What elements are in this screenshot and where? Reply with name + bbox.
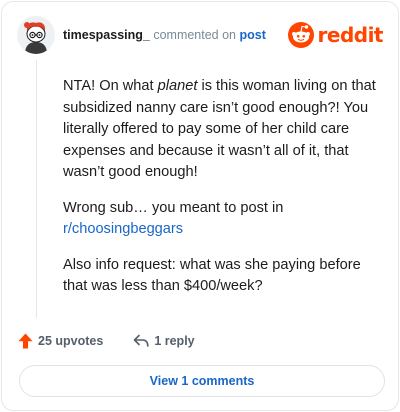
comment-paragraph-2: Wrong sub… you meant to post in r/choosi… (63, 199, 284, 238)
comment-actions: 25 upvotes 1 reply (18, 331, 195, 351)
reply-button[interactable]: 1 reply (133, 334, 195, 348)
upvote-arrow-icon (18, 333, 33, 349)
comment-paragraph-1: NTA! On what planet is this woman living… (63, 78, 376, 180)
thread-line (36, 60, 37, 318)
reply-arrow-icon (134, 334, 149, 347)
post-link[interactable]: post (240, 28, 266, 42)
comment-card: timespassing_ commented on post reddit N… (1, 1, 399, 411)
action-text: commented on (153, 28, 237, 42)
user-avatar[interactable] (17, 16, 55, 54)
avatar-icon (17, 16, 55, 54)
comment-paragraph-3: Also info request: what was she paying b… (63, 256, 361, 295)
reddit-logo[interactable]: reddit (287, 21, 384, 49)
upvote-count: 25 upvotes (38, 334, 104, 348)
comment-header: timespassing_ commented on post reddit (17, 16, 384, 56)
upvote-button[interactable]: 25 upvotes (18, 333, 103, 349)
subreddit-link[interactable]: r/choosingbeggars (63, 221, 183, 237)
reddit-snoo-icon (287, 22, 314, 48)
reddit-wordmark: reddit (317, 23, 384, 47)
emphasis-text: planet (157, 78, 198, 94)
comment-meta: timespassing_ commented on post (63, 28, 266, 42)
comment-body: NTA! On what planet is this woman living… (63, 76, 383, 312)
reply-count: 1 reply (154, 334, 195, 348)
username-link[interactable]: timespassing_ (63, 28, 150, 42)
view-comments-button[interactable]: View 1 comments (19, 365, 385, 397)
